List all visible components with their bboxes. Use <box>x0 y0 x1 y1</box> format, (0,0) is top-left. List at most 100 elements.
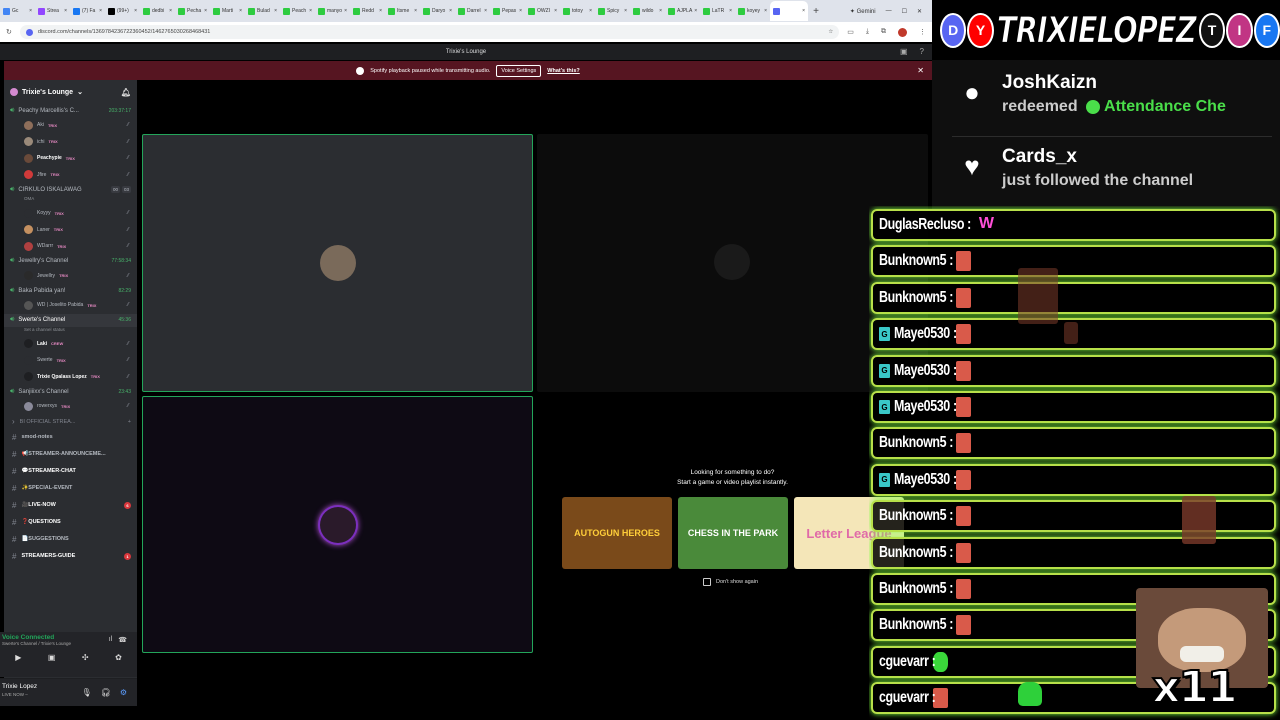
tab-close-icon[interactable]: × <box>659 8 662 14</box>
camera-icon[interactable]: ▶ <box>15 653 21 662</box>
voice-user[interactable]: WD | Joselito Pabida TRIX ⁄⁄ <box>4 297 137 314</box>
tab-close-icon[interactable]: × <box>802 8 805 14</box>
tab-close-icon[interactable]: × <box>764 8 767 14</box>
menu-icon[interactable]: ⋮ <box>919 28 926 37</box>
voice-settings-button[interactable]: Voice Settings <box>496 64 542 77</box>
notification-bell-icon[interactable]: 🔔︎ <box>121 88 131 97</box>
voice-channel[interactable]: 🔊︎ Baka Pabida yan! 82:29 <box>4 284 137 297</box>
browser-tab[interactable]: Darrel × <box>455 1 490 21</box>
browser-tab[interactable]: Strea × <box>35 1 70 21</box>
facebook-icon[interactable]: F <box>1253 12 1280 48</box>
dont-show-checkbox[interactable] <box>703 578 711 586</box>
browser-tab[interactable]: Marti × <box>210 1 245 21</box>
dont-show-again[interactable]: Don't show again <box>703 578 758 586</box>
voice-user[interactable]: Peachypie TRIX ⁄⁄ <box>4 150 137 167</box>
voice-user[interactable]: Trixie Qpalass Lopez TRIX ⁄⁄ <box>4 369 137 386</box>
voice-channel[interactable]: 🔊︎ Swerte's Channel 45:36 <box>4 313 137 327</box>
channel-category[interactable]: › BI OFFICIAL STREA... + <box>4 415 137 429</box>
activity-icon[interactable]: ✣ <box>82 653 89 662</box>
tab-close-icon[interactable]: × <box>99 8 102 14</box>
text-channel[interactable]: # 💬STREAMER-CHAT <box>4 463 137 480</box>
discord-icon[interactable]: D <box>940 12 967 48</box>
mic-icon[interactable]: 🎙︎ <box>82 688 92 697</box>
tab-close-icon[interactable]: × <box>449 8 452 14</box>
profile-avatar[interactable] <box>898 27 907 37</box>
browser-tab[interactable]: AJPLA × <box>665 1 700 21</box>
browser-tab[interactable]: Pepas × <box>490 1 525 21</box>
tab-close-icon[interactable]: × <box>624 8 627 14</box>
url-field[interactable]: discord.com/channels/1369784236722360452… <box>19 25 840 39</box>
text-channel[interactable]: # 📄SUGGESTIONS <box>4 531 137 548</box>
browser-tab[interactable]: Redd × <box>350 1 385 21</box>
tab-close-icon[interactable]: × <box>694 8 697 14</box>
tab-close-icon[interactable]: × <box>134 8 137 14</box>
tab-close-icon[interactable]: × <box>29 8 32 14</box>
voice-channel[interactable]: 🔊︎ CIRKULO ISKALAWAG 00 03 <box>4 183 137 196</box>
voice-user[interactable]: Koyyy TRIX ⁄⁄ <box>4 205 137 222</box>
extensions-icon[interactable]: ⧉ <box>881 28 886 37</box>
browser-tab[interactable]: (99+) × <box>105 1 140 21</box>
tab-close-icon[interactable]: × <box>379 8 382 14</box>
tab-close-icon[interactable]: × <box>309 8 312 14</box>
instagram-icon[interactable]: I <box>1226 12 1253 48</box>
new-tab-button[interactable]: + <box>808 6 824 17</box>
browser-tab[interactable]: Daryo × <box>420 1 455 21</box>
voice-user[interactable]: ichi TRIX ⁄⁄ <box>4 134 137 151</box>
activity-card[interactable]: AUTOGUN HEROES <box>562 497 672 569</box>
activity-card[interactable]: CHESS IN THE PARK <box>678 497 788 569</box>
voice-user[interactable]: Aki TRIX ⁄⁄ <box>4 117 137 134</box>
browser-tab[interactable]: wildo × <box>630 1 665 21</box>
notice-close-icon[interactable]: ✕ <box>917 66 924 75</box>
browser-tab[interactable]: LaTR × <box>700 1 735 21</box>
browser-tab[interactable]: Bulad × <box>245 1 280 21</box>
text-channel[interactable]: # ❓QUESTIONS <box>4 514 137 531</box>
tab-close-icon[interactable]: × <box>519 8 522 14</box>
add-channel-icon[interactable]: + <box>128 419 131 425</box>
settings-gear-icon[interactable]: ⚙ <box>120 688 127 697</box>
text-channel[interactable]: # 🎥LIVE-NOW 6 <box>4 497 137 514</box>
browser-tab[interactable]: Gc × <box>0 1 35 21</box>
browser-tab[interactable]: totoy × <box>560 1 595 21</box>
video-tile[interactable] <box>142 396 533 653</box>
voice-user[interactable]: Laner TRIX ⁄⁄ <box>4 222 137 239</box>
voice-user[interactable]: Jewellry TRIX ⁄⁄ <box>4 268 137 285</box>
help-icon[interactable]: ? <box>920 47 924 56</box>
tab-close-icon[interactable]: × <box>589 8 592 14</box>
tab-close-icon[interactable]: × <box>484 8 487 14</box>
browser-tab[interactable]: × <box>770 1 808 21</box>
whats-this-link[interactable]: What's this? <box>547 68 579 74</box>
gemini-button[interactable]: ✦ Gemini <box>850 8 876 15</box>
tab-close-icon[interactable]: × <box>729 8 732 14</box>
voice-channel[interactable]: 🔊︎ Jewellry's Channel 77:58:34 <box>4 255 137 268</box>
tab-close-icon[interactable]: × <box>204 8 207 14</box>
browser-tab[interactable]: Itsme × <box>385 1 420 21</box>
site-info-icon[interactable] <box>25 28 33 36</box>
noise-suppression-icon[interactable]: ıl <box>109 636 113 644</box>
close-icon[interactable]: ✕ <box>917 8 922 15</box>
voice-channel[interactable]: 🔊︎ Peachy Marcellis's C... 203:37:17 <box>4 104 137 117</box>
browser-tab[interactable]: koyey × <box>735 1 770 21</box>
tab-close-icon[interactable]: × <box>344 8 347 14</box>
reload-icon[interactable]: ↻ <box>6 28 12 36</box>
channel-status[interactable]: Set a channel status <box>4 327 137 336</box>
tab-close-icon[interactable]: × <box>414 8 417 14</box>
browser-tab[interactable]: dedbi × <box>140 1 175 21</box>
server-header[interactable]: Trixie's Lounge ⌄ 🔔︎ <box>4 80 137 104</box>
tab-close-icon[interactable]: × <box>239 8 242 14</box>
inbox-icon[interactable]: ▣ <box>900 47 908 56</box>
browser-tab[interactable]: Peach × <box>280 1 315 21</box>
voice-user[interactable]: Swerte TRIX ⁄⁄ <box>4 352 137 369</box>
browser-tab[interactable]: (7) Fa × <box>70 1 105 21</box>
text-channel[interactable]: # STREAMERS-GUIDE 1 <box>4 548 137 565</box>
youtube-icon[interactable]: Y <box>967 12 994 48</box>
tab-close-icon[interactable]: × <box>554 8 557 14</box>
maximize-icon[interactable]: ☐ <box>902 8 907 15</box>
text-channel[interactable]: # 📢STREAMER-ANNOUNCEME... <box>4 446 137 463</box>
video-tile[interactable] <box>142 134 533 392</box>
bookmark-star-icon[interactable]: ☆ <box>828 29 833 35</box>
voice-user[interactable]: WDarrr TRIX ⁄⁄ <box>4 238 137 255</box>
soundboard-icon[interactable]: ✿ <box>115 653 122 662</box>
browser-tab[interactable]: Pecha × <box>175 1 210 21</box>
text-channel[interactable]: # smod-notes <box>4 429 137 446</box>
voice-user[interactable]: Jfire TRIX ⁄⁄ <box>4 167 137 184</box>
